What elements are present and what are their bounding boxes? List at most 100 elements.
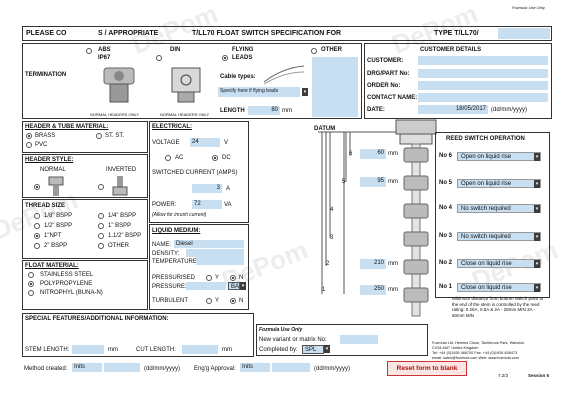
contact-field[interactable] bbox=[418, 93, 548, 102]
order-field[interactable] bbox=[418, 81, 548, 90]
reed-dropdown-icon[interactable]: ▾ bbox=[534, 180, 540, 188]
reed-dropdown-icon[interactable]: ▾ bbox=[534, 153, 540, 161]
special-field[interactable] bbox=[24, 325, 252, 341]
datum-distance-field[interactable]: 95 bbox=[360, 177, 386, 187]
customer-field[interactable] bbox=[418, 56, 548, 65]
reed-operation-value: No switch required bbox=[461, 206, 511, 212]
approval-date-format: (dd/mm/yyyy) bbox=[314, 366, 350, 372]
other-termination-radio[interactable] bbox=[311, 48, 317, 54]
reset-form-button[interactable]: Reset form to blank bbox=[387, 361, 467, 376]
reed-operation-value: Close on liquid rise bbox=[461, 261, 512, 267]
version-label: 7.2/3 bbox=[498, 373, 509, 378]
cut-length-field[interactable] bbox=[182, 345, 218, 354]
turbulent-y-label: Y bbox=[215, 298, 220, 304]
method-date-field[interactable] bbox=[104, 363, 140, 372]
turbulent-y-radio[interactable] bbox=[206, 298, 212, 304]
termination-label: TERMINATION bbox=[25, 72, 67, 78]
stem-length-label: STEM LENGTH: bbox=[25, 347, 70, 353]
thread-option-label: OTHER bbox=[108, 243, 129, 249]
reed-row-label: No 2 bbox=[439, 260, 453, 266]
float-ss-label: STAINLESS STEEL bbox=[40, 272, 94, 278]
thread-option-radio[interactable] bbox=[34, 243, 40, 249]
other-termination-field[interactable] bbox=[312, 57, 358, 117]
pvc-radio[interactable] bbox=[26, 142, 32, 148]
reed-note: Minimum distance from bottom switch poin… bbox=[452, 296, 544, 318]
liquid-name-field[interactable]: Diesel bbox=[174, 240, 244, 248]
float-pp-radio[interactable] bbox=[28, 281, 34, 287]
liquid-title: LIQUID MEDIUM: bbox=[152, 228, 201, 234]
float-nitrophyl-radio[interactable] bbox=[28, 290, 34, 296]
power-field[interactable]: 72 bbox=[192, 200, 222, 209]
pressure-field[interactable] bbox=[186, 282, 226, 290]
float-nitrophyl-label: NITROPHYL (BUNA-N) bbox=[40, 290, 103, 296]
dc-radio[interactable] bbox=[212, 155, 218, 161]
variant-field[interactable] bbox=[340, 335, 378, 344]
pressurised-y-radio[interactable] bbox=[206, 275, 212, 281]
turbulent-n-radio[interactable] bbox=[230, 298, 236, 304]
voltage-field[interactable]: 24 bbox=[190, 138, 220, 147]
inverted-style-radio[interactable] bbox=[98, 184, 104, 190]
bar-dropdown-icon[interactable]: ▾ bbox=[240, 282, 246, 290]
temperature-field[interactable] bbox=[196, 257, 244, 265]
datum-distance-field[interactable] bbox=[360, 205, 386, 215]
datum-distance-field[interactable] bbox=[360, 233, 386, 243]
stst-radio[interactable] bbox=[96, 133, 102, 139]
reed-dropdown-icon[interactable]: ▾ bbox=[534, 205, 540, 213]
method-created-label: Method created: bbox=[24, 366, 68, 372]
float-ss-radio[interactable] bbox=[28, 272, 34, 278]
type-field[interactable] bbox=[498, 28, 550, 39]
din-radio[interactable] bbox=[156, 55, 162, 61]
datum-distance-field[interactable]: 60 bbox=[360, 149, 386, 159]
length-label: LENGTH bbox=[220, 108, 245, 114]
length-field[interactable]: 80 bbox=[248, 106, 280, 115]
reed-operation-select[interactable]: No switch required ▾ bbox=[457, 204, 541, 213]
reed-operation-select[interactable]: Open on liquid rise ▾ bbox=[457, 179, 541, 188]
completed-dropdown-icon[interactable]: ▾ bbox=[324, 345, 330, 353]
reed-dropdown-icon[interactable]: ▾ bbox=[534, 284, 540, 292]
approval-inits-field[interactable]: Inits bbox=[240, 363, 270, 372]
inrush-note: (Allow for inrush current) bbox=[152, 212, 207, 218]
stem-length-field[interactable] bbox=[72, 345, 104, 354]
thread-option-label: 1/2" BSPP bbox=[44, 223, 73, 229]
brass-radio[interactable] bbox=[26, 133, 32, 139]
thread-option-radio[interactable] bbox=[98, 243, 104, 249]
thread-option-radio[interactable] bbox=[98, 223, 104, 229]
approval-date-field[interactable] bbox=[272, 363, 310, 372]
reed-operation-select[interactable]: Close on liquid rise ▾ bbox=[457, 283, 541, 292]
pressurised-n-radio[interactable] bbox=[230, 275, 236, 281]
reed-dropdown-icon[interactable]: ▾ bbox=[534, 233, 540, 241]
cable-image bbox=[263, 65, 305, 85]
thread-option-label: 1.1/2" BSPP bbox=[108, 233, 142, 239]
thread-option-radio[interactable] bbox=[34, 213, 40, 219]
density-field[interactable] bbox=[186, 249, 244, 257]
date-label: DATE: bbox=[367, 107, 385, 113]
cable-dropdown-icon[interactable]: ▾ bbox=[302, 88, 308, 96]
thread-option-radio[interactable] bbox=[98, 213, 104, 219]
datum-distance-unit: mm bbox=[388, 179, 398, 185]
date-field[interactable]: 18/05/2017 bbox=[418, 105, 488, 114]
ac-radio[interactable] bbox=[165, 155, 171, 161]
cable-specify-field[interactable]: Specify here if flying leads bbox=[218, 87, 300, 97]
thread-option-radio[interactable] bbox=[98, 233, 104, 239]
current-field[interactable]: 3 bbox=[192, 184, 222, 193]
datum-row-number: 4 bbox=[330, 207, 334, 213]
reed-operation-select[interactable]: Open on liquid rise ▾ bbox=[457, 152, 541, 161]
reed-operation-value: Open on liquid rise bbox=[461, 181, 512, 187]
thread-option-radio[interactable] bbox=[34, 233, 40, 239]
bar-unit-select[interactable]: BAR bbox=[228, 282, 240, 290]
normal-style-radio[interactable] bbox=[34, 184, 40, 190]
thread-option-radio[interactable] bbox=[34, 223, 40, 229]
method-inits-field[interactable]: Inits bbox=[72, 363, 102, 372]
drg-field[interactable] bbox=[418, 69, 548, 78]
thread-option-label: 1/8" BSPP bbox=[44, 213, 73, 219]
cut-length-unit: mm bbox=[222, 347, 232, 353]
ac-label: AC bbox=[175, 155, 184, 161]
completed-select[interactable]: SPL bbox=[302, 345, 324, 354]
abs-radio[interactable] bbox=[86, 48, 92, 54]
reed-operation-select[interactable]: Close on liquid rise ▾ bbox=[457, 259, 541, 268]
flying-leads-radio[interactable] bbox=[222, 55, 228, 61]
reed-dropdown-icon[interactable]: ▾ bbox=[534, 260, 540, 268]
datum-distance-field[interactable]: 250 bbox=[360, 285, 386, 295]
reed-operation-select[interactable]: No switch required ▾ bbox=[457, 232, 541, 241]
datum-distance-field[interactable]: 210 bbox=[360, 259, 386, 269]
